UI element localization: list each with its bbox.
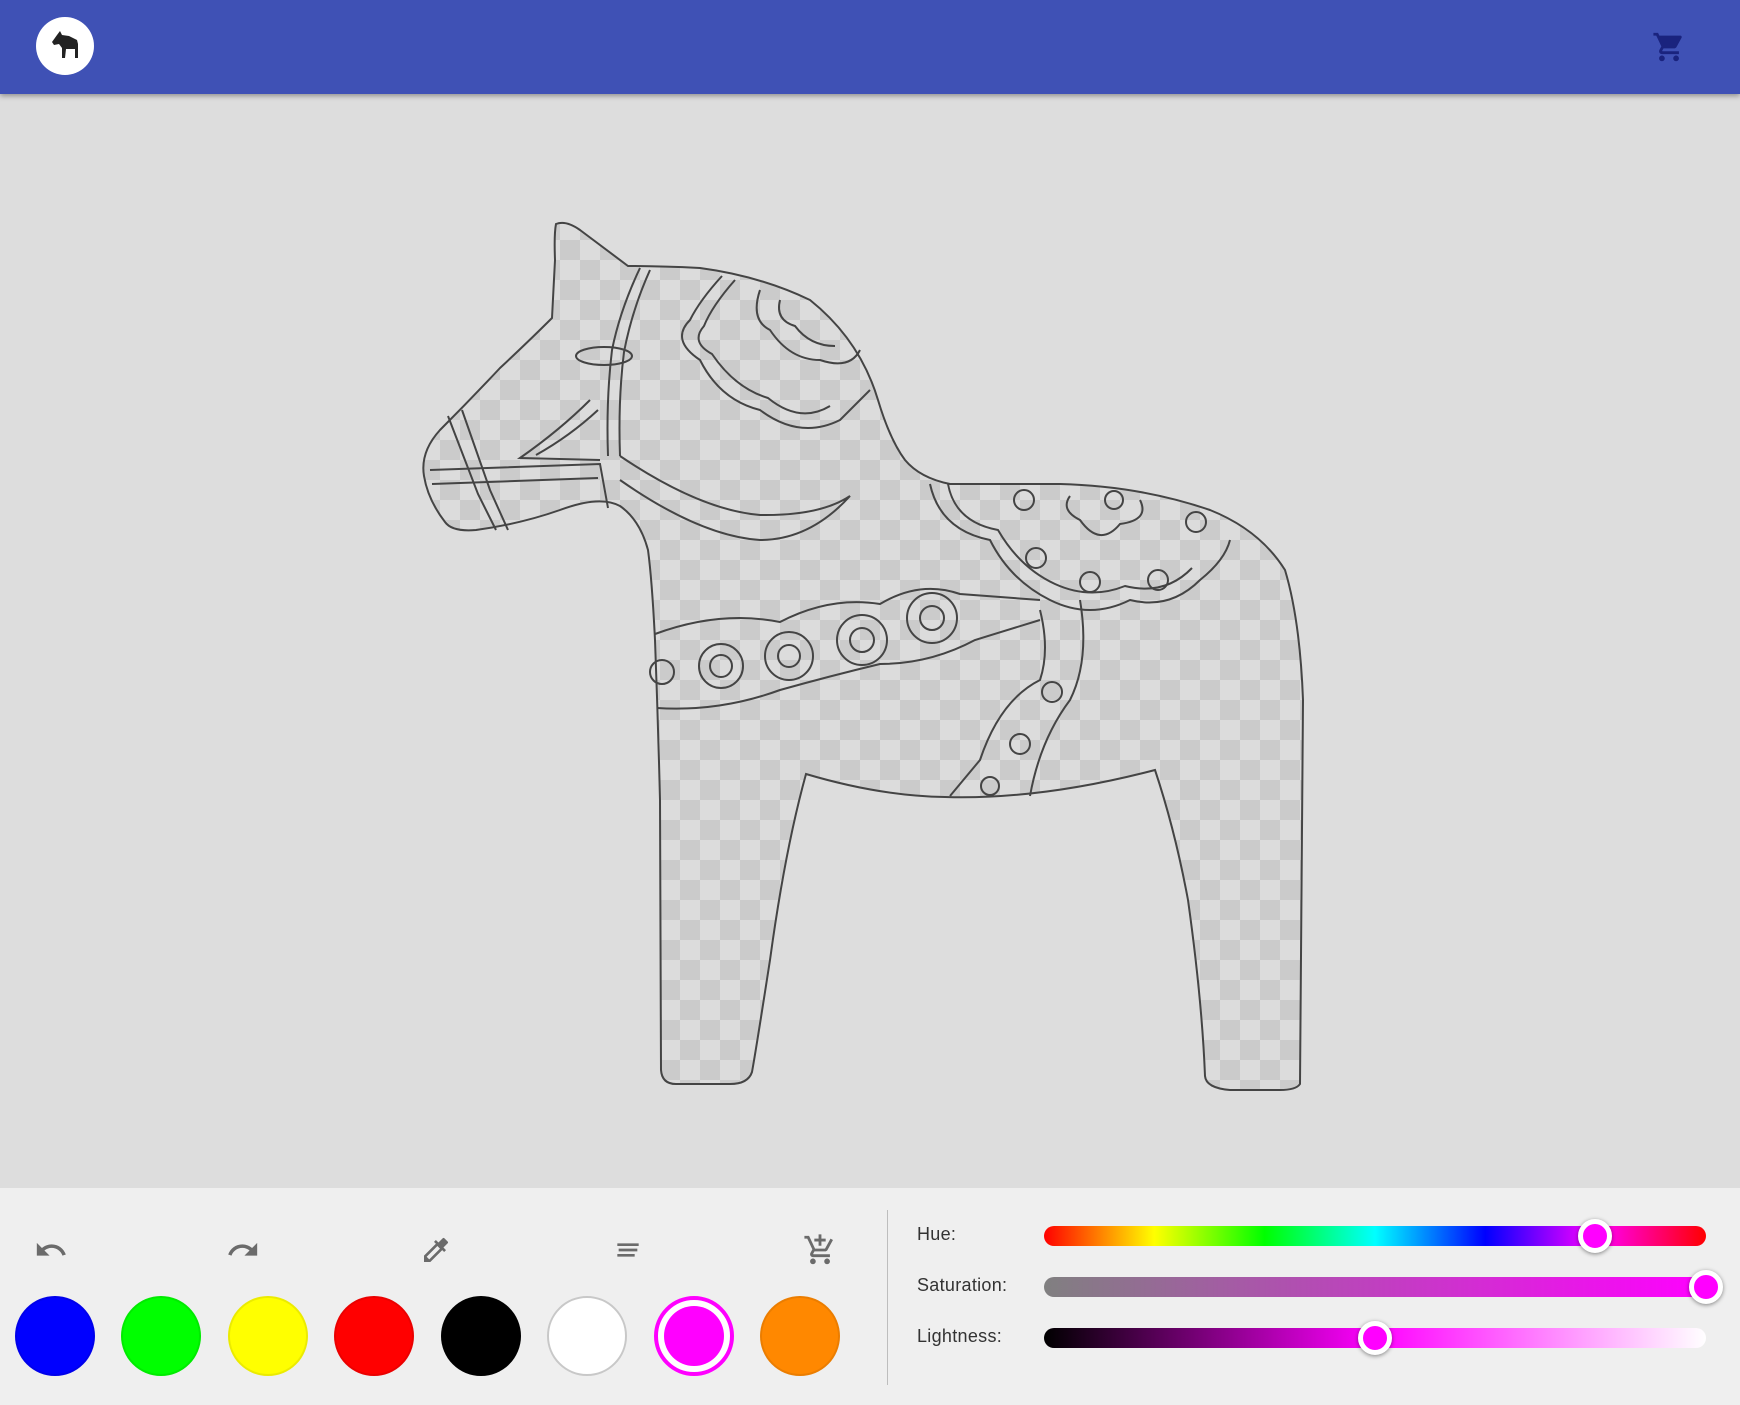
swatch-yellow[interactable] [228,1296,308,1376]
saturation-label: Saturation: [917,1275,1008,1295]
saturation-slider-thumb[interactable] [1689,1270,1723,1304]
panel-divider [887,1210,888,1385]
swatch-green[interactable] [121,1296,201,1376]
horse-body-region[interactable] [422,221,1305,1091]
saturation-slider[interactable] [1044,1270,1723,1304]
swatch-red[interactable] [334,1296,414,1376]
swatch-orange[interactable] [760,1296,840,1376]
add-to-cart-icon [804,1234,833,1265]
undo-icon [36,1242,66,1256]
eyedropper-button[interactable] [414,1228,458,1272]
lightness-label: Lightness: [917,1326,1003,1346]
menu-lines-icon [617,1243,639,1257]
lines-button[interactable] [606,1228,650,1272]
swatch-white[interactable] [547,1296,627,1376]
lightness-slider-thumb[interactable] [1358,1321,1392,1355]
app-bar [0,0,1740,94]
shopping-cart-icon [1653,32,1682,62]
swatch-magenta[interactable] [654,1296,734,1376]
redo-button[interactable] [221,1228,265,1272]
add-to-cart-button[interactable] [798,1228,842,1272]
hue-label: Hue: [917,1224,957,1244]
undo-button[interactable] [29,1228,73,1272]
swatch-black[interactable] [441,1296,521,1376]
horse-logo[interactable] [36,17,94,75]
control-panel: Hue: Saturation: Lightness: [0,1188,1740,1405]
cart-button[interactable] [1650,28,1688,66]
hue-slider[interactable] [1044,1219,1706,1253]
eyedropper-icon [424,1237,449,1262]
hue-slider-thumb[interactable] [1578,1219,1613,1253]
horse-coloring-page[interactable] [0,94,1740,1188]
swatch-blue[interactable] [15,1296,95,1376]
redo-icon [228,1242,258,1256]
horse-icon [52,31,78,58]
lightness-slider[interactable] [1044,1321,1706,1355]
coloring-canvas[interactable] [0,94,1740,1188]
